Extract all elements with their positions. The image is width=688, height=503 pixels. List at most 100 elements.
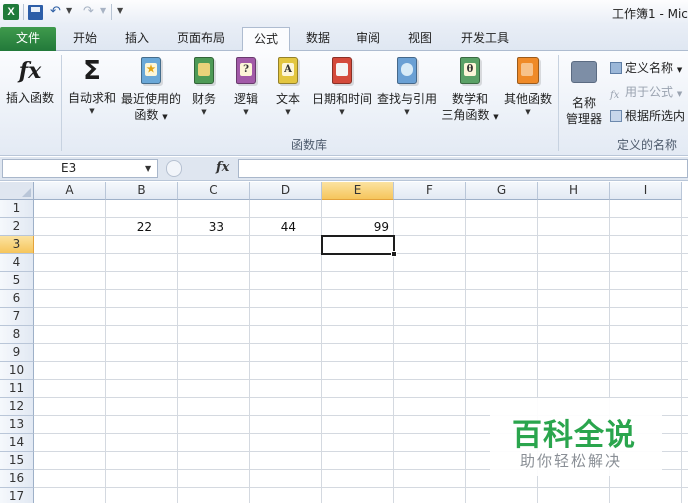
insert-function-button[interactable]: fx 插入函数: [4, 56, 56, 106]
column-header-d[interactable]: D: [250, 182, 322, 200]
gridline: [34, 271, 688, 272]
name-box[interactable]: E3: [2, 159, 158, 178]
name-box-dropdown-icon[interactable]: ▼: [145, 164, 151, 173]
row-header-2[interactable]: 2: [0, 218, 34, 236]
math-trig-button[interactable]: θ 数学和 三角函数 ▼: [440, 56, 500, 125]
logical-button[interactable]: ? 逻辑 ▼: [228, 56, 264, 117]
row-header-17[interactable]: 17: [0, 488, 34, 503]
text-button[interactable]: A 文本 ▼: [270, 56, 306, 117]
financial-button[interactable]: 财务 ▼: [186, 56, 222, 117]
row-header-14[interactable]: 14: [0, 434, 34, 452]
tab-developer[interactable]: 开发工具: [452, 27, 518, 51]
row-header-4[interactable]: 4: [0, 254, 34, 272]
financial-label: 财务: [191, 92, 216, 106]
financial-book-icon: [190, 57, 218, 87]
cell-b2[interactable]: 22: [106, 218, 178, 236]
row-header-9[interactable]: 9: [0, 344, 34, 362]
recent-functions-label-2: 函数 ▼: [134, 108, 168, 122]
select-all-corner[interactable]: [0, 182, 34, 200]
watermark-logo: 百科全说 助你轻松解决: [490, 398, 662, 476]
create-from-selection-button[interactable]: 根据所选内: [610, 107, 685, 125]
tab-page-layout[interactable]: 页面布局: [168, 27, 234, 51]
text-label: 文本: [275, 92, 300, 106]
watermark-subtitle: 助你轻松解决: [520, 452, 623, 470]
math-trig-label-1: 数学和: [451, 92, 488, 106]
recent-functions-button[interactable]: ★ 最近使用的 函数 ▼: [120, 56, 182, 125]
insert-function-icon[interactable]: fx: [216, 160, 229, 175]
lookup-button[interactable]: 查找与引用 ▼: [376, 56, 438, 117]
cell-d2[interactable]: 44: [250, 218, 322, 236]
tab-review[interactable]: 审阅: [346, 27, 390, 51]
autosum-button[interactable]: Σ 自动求和 ▼: [66, 56, 118, 116]
row-header-6[interactable]: 6: [0, 290, 34, 308]
insert-function-label: 插入函数: [5, 91, 54, 105]
row-header-11[interactable]: 11: [0, 380, 34, 398]
column-header-g[interactable]: G: [466, 182, 538, 200]
row-header-16[interactable]: 16: [0, 470, 34, 488]
active-cell-border[interactable]: [321, 235, 395, 255]
cell-c2[interactable]: 33: [178, 218, 250, 236]
chevron-down-icon: ▼: [243, 108, 249, 116]
row-header-7[interactable]: 7: [0, 308, 34, 326]
logical-book-icon: ?: [232, 57, 260, 87]
ribbon-formulas: fx 插入函数 Σ 自动求和 ▼ ★ 最近使用的 函数 ▼ 财务 ▼ ? 逻辑 …: [0, 51, 688, 156]
tab-insert[interactable]: 插入: [114, 27, 160, 51]
ribbon-tabs: 文件 开始 插入 页面布局 公式 数据 审阅 视图 开发工具: [0, 24, 688, 52]
redo-dropdown-icon[interactable]: ▼: [100, 6, 106, 15]
column-header-h[interactable]: H: [538, 182, 610, 200]
recent-functions-label-1: 最近使用的: [120, 92, 181, 106]
group-label-defined-names: 定义的名称: [616, 138, 677, 152]
row-header-1[interactable]: 1: [0, 200, 34, 218]
row-header-8[interactable]: 8: [0, 326, 34, 344]
column-header-b[interactable]: B: [106, 182, 178, 200]
cell-e2[interactable]: 99: [322, 218, 394, 236]
save-icon[interactable]: [28, 5, 43, 20]
define-name-button[interactable]: 定义名称 ▼: [610, 59, 682, 77]
excel-app-icon[interactable]: X: [3, 4, 19, 20]
column-header-e[interactable]: E: [322, 182, 394, 200]
logical-label: 逻辑: [233, 92, 258, 106]
row-header-13[interactable]: 13: [0, 416, 34, 434]
toolbar-divider: [111, 4, 112, 20]
gridline: [34, 487, 688, 488]
name-manager-button[interactable]: 名称 管理器: [562, 56, 606, 127]
row-header-5[interactable]: 5: [0, 272, 34, 290]
sigma-icon: Σ: [83, 56, 101, 86]
tab-home[interactable]: 开始: [62, 27, 108, 51]
formula-input[interactable]: [238, 159, 688, 178]
gridline: [249, 200, 250, 503]
recent-book-icon: ★: [137, 57, 165, 87]
row-header-3[interactable]: 3: [0, 236, 34, 254]
fill-handle[interactable]: [391, 251, 397, 257]
column-header-c[interactable]: C: [178, 182, 250, 200]
tag-icon: [610, 62, 622, 74]
gridline: [465, 200, 466, 503]
window-title: 工作簿1 - Mic: [612, 7, 688, 21]
tab-file[interactable]: 文件: [0, 27, 56, 51]
undo-dropdown-icon[interactable]: ▼: [66, 6, 72, 15]
row-header-12[interactable]: 12: [0, 398, 34, 416]
more-functions-button[interactable]: 其他函数 ▼: [502, 56, 554, 117]
row-header-15[interactable]: 15: [0, 452, 34, 470]
function-icon: fx: [18, 58, 42, 84]
column-header-i[interactable]: I: [610, 182, 682, 200]
autosum-label: 自动求和: [67, 91, 116, 105]
row-header-10[interactable]: 10: [0, 362, 34, 380]
tab-view[interactable]: 视图: [398, 27, 442, 51]
chevron-down-icon: ▼: [525, 108, 531, 116]
name-manager-label-2: 管理器: [565, 112, 602, 126]
column-header-f[interactable]: F: [394, 182, 466, 200]
math-book-icon: θ: [456, 57, 484, 87]
redo-icon[interactable]: ↷: [83, 4, 94, 19]
column-header-a[interactable]: A: [34, 182, 106, 200]
undo-icon[interactable]: ↶: [50, 4, 61, 19]
formula-bar-cancel-icon[interactable]: [166, 160, 182, 177]
tab-formulas[interactable]: 公式: [242, 27, 290, 52]
gridline: [105, 200, 106, 503]
customize-toolbar-icon[interactable]: ▼: [117, 6, 123, 15]
tab-data[interactable]: 数据: [296, 27, 340, 51]
ribbon-divider: [558, 55, 559, 151]
datetime-button[interactable]: 日期和时间 ▼: [310, 56, 374, 117]
use-in-formula-button[interactable]: fx 用于公式 ▼: [610, 83, 682, 101]
text-book-icon: A: [274, 57, 302, 87]
